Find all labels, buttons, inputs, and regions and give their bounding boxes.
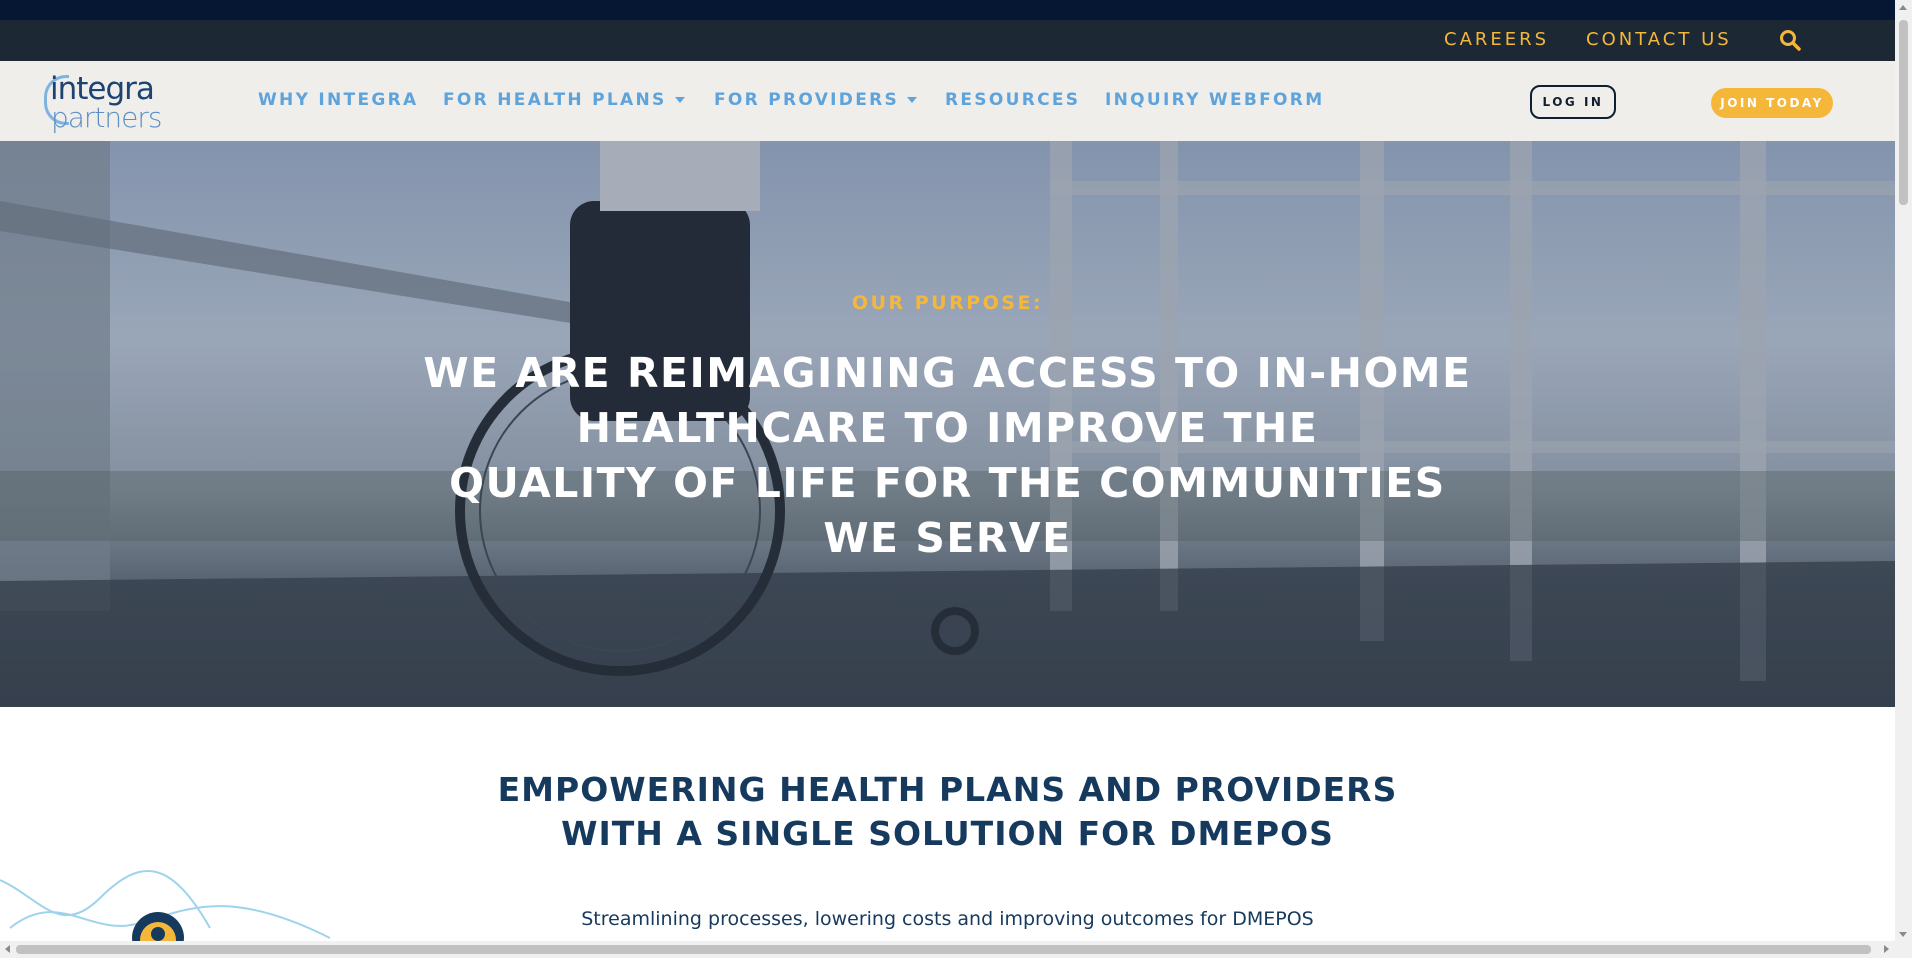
join-today-button[interactable]: JOIN TODAY	[1711, 88, 1833, 118]
logo-line-2: partners	[51, 101, 162, 134]
search-icon[interactable]	[1778, 28, 1802, 52]
nav-item-for-health-plans[interactable]: FOR HEALTH PLANS	[443, 90, 685, 110]
vertical-scrollbar[interactable]	[1895, 0, 1912, 958]
hero-headline-line: WE ARE REIMAGINING ACCESS TO IN-HOME	[423, 349, 1472, 397]
decorative-lines-graphic	[0, 870, 331, 946]
hero-banner: OUR PURPOSE: WE ARE REIMAGINING ACCESS T…	[0, 141, 1895, 707]
hero-headline-line: QUALITY OF LIFE FOR THE COMMUNITIES	[449, 459, 1446, 507]
nav-item-label: FOR HEALTH PLANS	[443, 90, 667, 110]
nav-item-label: INQUIRY WEBFORM	[1105, 90, 1325, 110]
chevron-down-icon	[674, 97, 685, 103]
utility-bar: CAREERS CONTACT US	[0, 20, 1895, 61]
nav-item-why-integra[interactable]: WHY INTEGRA	[258, 90, 418, 110]
section-subtitle: Streamlining processes, lowering costs a…	[581, 908, 1314, 930]
top-strip	[0, 0, 1895, 20]
careers-link[interactable]: CAREERS	[1444, 29, 1549, 50]
nav-item-for-providers[interactable]: FOR PROVIDERS	[714, 90, 918, 110]
section-title-line: EMPOWERING HEALTH PLANS AND PROVIDERS	[497, 770, 1398, 809]
hero-headline-line: WE SERVE	[823, 514, 1072, 562]
nav-item-label: FOR PROVIDERS	[714, 90, 900, 110]
section-title-line: WITH A SINGLE SOLUTION FOR DMEPOS	[561, 814, 1334, 853]
scroll-up-icon[interactable]	[1899, 5, 1907, 10]
section-title: EMPOWERING HEALTH PLANS AND PROVIDERS WI…	[300, 768, 1595, 856]
scroll-right-icon[interactable]	[1884, 945, 1889, 953]
hero-headline-line: HEALTHCARE TO IMPROVE THE	[576, 404, 1319, 452]
hero-headline: WE ARE REIMAGINING ACCESS TO IN-HOME HEA…	[330, 346, 1565, 566]
horizontal-scroll-thumb[interactable]	[16, 945, 1871, 954]
contact-us-link[interactable]: CONTACT US	[1586, 29, 1732, 50]
horizontal-scrollbar[interactable]	[0, 941, 1895, 958]
nav-item-inquiry-webform[interactable]: INQUIRY WEBFORM	[1105, 90, 1324, 110]
main-nav: integra partners WHY INTEGRA FOR HEALTH …	[0, 61, 1895, 141]
hero-tagline: OUR PURPOSE:	[851, 292, 1044, 314]
vertical-scroll-thumb[interactable]	[1899, 20, 1908, 205]
log-in-button[interactable]: LOG IN	[1530, 85, 1616, 119]
chevron-down-icon	[907, 97, 918, 103]
nav-item-label: RESOURCES	[945, 90, 1081, 110]
integra-partners-logo[interactable]: integra partners	[44, 69, 174, 135]
nav-item-resources[interactable]: RESOURCES	[945, 90, 1080, 110]
scroll-left-icon[interactable]	[5, 945, 10, 953]
nav-item-label: WHY INTEGRA	[258, 90, 419, 110]
scroll-down-icon[interactable]	[1899, 932, 1907, 937]
